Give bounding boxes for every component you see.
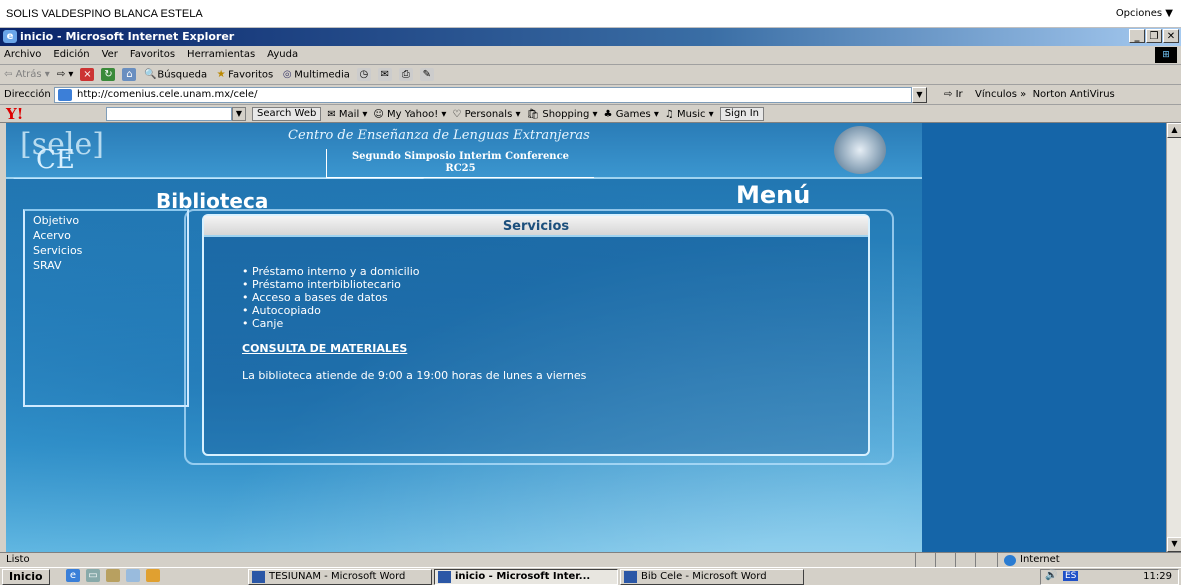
print-icon[interactable]: ⎙ (398, 68, 413, 81)
status-bar: Listo Internet (0, 552, 1181, 568)
service-item: Préstamo interno y a domicilio (242, 265, 420, 278)
refresh-icon[interactable]: ↻ (101, 68, 116, 81)
vertical-scrollbar[interactable]: ▲ ▼ (1166, 123, 1181, 552)
restore-button[interactable]: ❐ (1146, 29, 1162, 43)
menu-edicion[interactable]: Edición (53, 49, 89, 60)
panel-title: Servicios (204, 216, 868, 237)
search-quicklaunch-icon[interactable] (126, 569, 140, 582)
language-indicator[interactable]: ES (1063, 571, 1079, 581)
address-input[interactable]: http://comenius.cele.unam.mx/cele/ (54, 87, 912, 103)
quick-launch: e ▭ (66, 569, 160, 582)
menu-ayuda[interactable]: Ayuda (267, 49, 298, 60)
speaker-icon[interactable]: 🔊 (1045, 570, 1057, 581)
menu-bar: Archivo Edición Ver Favoritos Herramient… (0, 46, 1181, 65)
menu-favoritos[interactable]: Favoritos (130, 49, 175, 60)
page-title: Centro de Enseñanza de Lenguas Extranjer… (288, 128, 590, 143)
address-label: Dirección (4, 89, 51, 100)
mail-link[interactable]: ✉ Mail ▾ (327, 109, 367, 120)
service-item: Acceso a bases de datos (242, 291, 420, 304)
norton-antivirus[interactable]: Norton AntiVirus (1033, 89, 1115, 100)
right-panel (922, 123, 1166, 552)
yahoo-search-dropdown[interactable]: ▼ (232, 107, 246, 121)
user-bar: SOLIS VALDESPINO BLANCA ESTELA Opciones … (0, 0, 1181, 28)
toolbar: ⇦ Atrás ▾ ⇨ ▾ × ↻ ⌂ 🔍Búsqueda ★ Favoritos… (0, 65, 1181, 85)
cele-logo-mark: CE (36, 145, 75, 175)
forward-button[interactable]: ⇨ ▾ (57, 69, 74, 80)
favorites-button[interactable]: ★ Favoritos (214, 68, 274, 81)
windows-logo-icon: ⊞ (1155, 47, 1177, 63)
task-ie-inicio[interactable]: inicio - Microsoft Inter... (434, 569, 618, 585)
go-button[interactable]: ⇨ Ir (944, 89, 963, 100)
service-item: Canje (242, 317, 420, 330)
clock: 11:29 (1143, 571, 1172, 582)
event-banner: Segundo Simposio Interim Conference RC25 (326, 149, 594, 178)
my-yahoo-link[interactable]: ☺ My Yahoo! ▾ (373, 109, 446, 120)
scroll-up-button[interactable]: ▲ (1167, 123, 1181, 138)
close-button[interactable]: ✕ (1163, 29, 1179, 43)
library-hours: La biblioteca atiende de 9:00 a 19:00 ho… (242, 369, 587, 382)
mail-icon[interactable]: ✉ (377, 68, 392, 81)
search-button[interactable]: 🔍Búsqueda (143, 68, 207, 81)
links-bar[interactable]: Vínculos » Norton AntiVirus (975, 89, 1115, 100)
multimedia-button[interactable]: ◎ Multimedia (280, 68, 350, 81)
media-icon[interactable] (146, 569, 160, 582)
unam-seal-icon (834, 126, 886, 174)
sign-in-button[interactable]: Sign In (719, 107, 764, 121)
desktop-icon[interactable]: ▭ (86, 569, 100, 582)
nav-item-srav[interactable]: SRAV (33, 258, 82, 273)
folder-icon[interactable] (106, 569, 120, 582)
web-page: [sele] CE Centro de Enseñanza de Lenguas… (6, 123, 1166, 552)
scroll-down-button[interactable]: ▼ (1167, 537, 1181, 552)
address-bar: Dirección http://comenius.cele.unam.mx/c… (0, 85, 1181, 105)
services-panel: Servicios Préstamo interno y a domicilio… (202, 214, 870, 456)
nav-item-servicios[interactable]: Servicios (33, 243, 82, 258)
options-button[interactable]: Opciones ▼ (1116, 8, 1173, 19)
music-link[interactable]: ♫ Music ▾ (665, 109, 714, 120)
search-web-button[interactable]: Search Web (252, 107, 322, 121)
service-item: Préstamo interbibliotecario (242, 278, 420, 291)
yahoo-search-input[interactable] (106, 107, 232, 121)
system-tray: 🔊 ES 11:29 (1040, 569, 1179, 585)
ie-icon: e (3, 30, 17, 43)
user-name: SOLIS VALDESPINO BLANCA ESTELA (6, 8, 203, 20)
section-title-menu: Menú (736, 181, 811, 209)
menu-archivo[interactable]: Archivo (4, 49, 41, 60)
page-header: [sele] CE Centro de Enseñanza de Lenguas… (6, 123, 922, 179)
status-text: Listo (6, 554, 30, 565)
nav-item-objetivo[interactable]: Objetivo (33, 213, 82, 228)
minimize-button[interactable]: _ (1129, 29, 1145, 43)
edit-icon[interactable]: ✎ (419, 68, 434, 81)
address-url: http://comenius.cele.unam.mx/cele/ (77, 89, 258, 100)
shopping-link[interactable]: 🛍 Shopping ▾ (527, 109, 598, 120)
security-zone: Internet (1000, 554, 1060, 566)
back-button[interactable]: ⇦ Atrás ▾ (4, 69, 50, 80)
side-nav: Objetivo Acervo Servicios SRAV (23, 209, 189, 407)
nav-item-acervo[interactable]: Acervo (33, 228, 82, 243)
menu-ver[interactable]: Ver (102, 49, 118, 60)
ie-quicklaunch-icon[interactable]: e (66, 569, 80, 582)
task-bib-cele[interactable]: Bib Cele - Microsoft Word (620, 569, 804, 585)
personals-link[interactable]: ♡ Personals ▾ (452, 109, 520, 120)
consulta-link[interactable]: CONSULTA DE MATERIALES (242, 342, 407, 355)
stop-icon[interactable]: × (80, 68, 95, 81)
start-button[interactable]: Inicio (2, 569, 50, 585)
taskbar: Inicio e ▭ TESIUNAM - Microsoft Word ini… (0, 567, 1181, 585)
task-tesiunam[interactable]: TESIUNAM - Microsoft Word (248, 569, 432, 585)
yahoo-toolbar: Y! ▼ Search Web ✉ Mail ▾ ☺ My Yahoo! ▾ ♡… (0, 105, 1181, 123)
history-icon[interactable]: ◷ (356, 68, 371, 81)
address-dropdown[interactable]: ▼ (912, 87, 927, 103)
window-titlebar: e inicio - Microsoft Internet Explorer _… (0, 28, 1181, 46)
menu-herramientas[interactable]: Herramientas (187, 49, 255, 60)
service-item: Autocopiado (242, 304, 420, 317)
games-link[interactable]: ♣ Games ▾ (604, 109, 659, 120)
window-title: inicio - Microsoft Internet Explorer (20, 30, 235, 43)
home-icon[interactable]: ⌂ (122, 68, 137, 81)
page-icon (58, 89, 72, 101)
yahoo-logo[interactable]: Y! (6, 105, 23, 123)
